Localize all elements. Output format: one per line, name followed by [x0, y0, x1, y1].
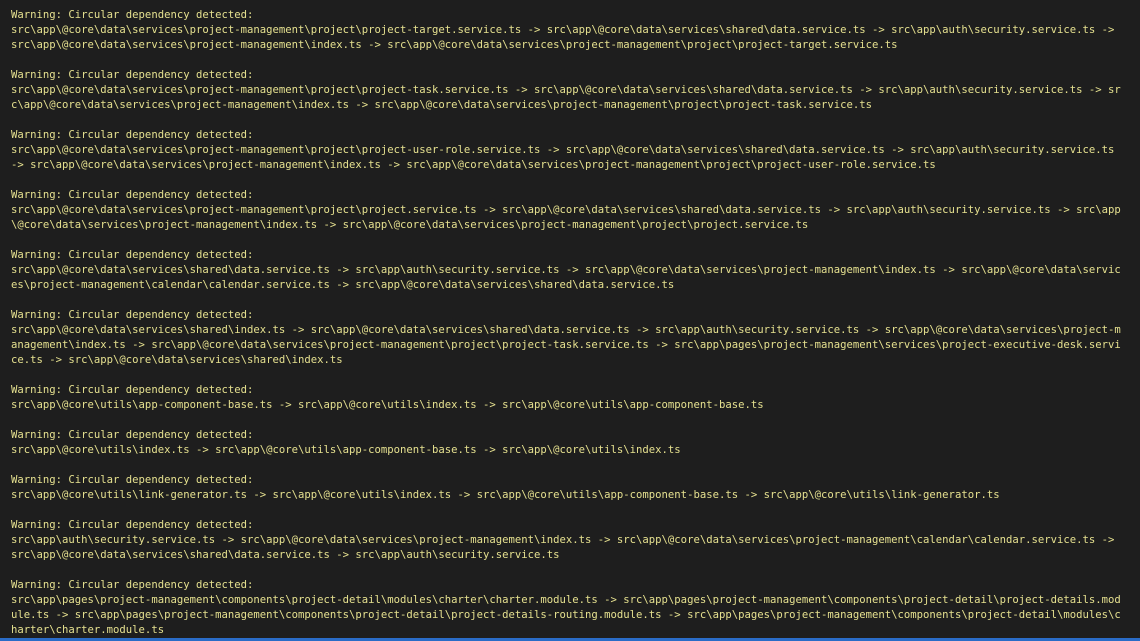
dependency-path-line: src\app\@core\data\services\project-mana… [11, 204, 1121, 216]
dependency-path-line: \@core\data\services\project-management\… [11, 219, 809, 231]
dependency-path-line: src\app\@core\utils\index.ts -> src\app\… [11, 444, 681, 456]
warning-title: Warning: Circular dependency detected: [11, 309, 254, 321]
dependency-path-line: es\project-management\calendar\calendar.… [11, 279, 675, 291]
warning-title: Warning: Circular dependency detected: [11, 519, 254, 531]
dependency-path-line: src\app\@core\data\services\project-mana… [11, 84, 1121, 96]
warning-block: Warning: Circular dependency detected: s… [11, 578, 1140, 638]
warning-title: Warning: Circular dependency detected: [11, 579, 254, 591]
dependency-path-line: src\app\@core\data\services\project-mana… [11, 39, 898, 51]
dependency-path-line: src\app\pages\project-management\compone… [11, 594, 1121, 606]
warning-title: Warning: Circular dependency detected: [11, 384, 254, 396]
warning-title: Warning: Circular dependency detected: [11, 9, 254, 21]
warning-block: Warning: Circular dependency detected: s… [11, 308, 1140, 368]
warning-title: Warning: Circular dependency detected: [11, 189, 254, 201]
warning-block: Warning: Circular dependency detected: s… [11, 128, 1140, 173]
dependency-path-line: harter\charter.module.ts [11, 624, 165, 636]
warning-block: Warning: Circular dependency detected: s… [11, 383, 1140, 413]
dependency-path-line: src\app\@core\data\services\project-mana… [11, 24, 1115, 36]
warning-title: Warning: Circular dependency detected: [11, 474, 254, 486]
dependency-path-line: src\app\@core\data\services\project-mana… [11, 144, 1115, 156]
dependency-path-line: -> src\app\@core\data\services\project-m… [11, 159, 936, 171]
warning-title: Warning: Circular dependency detected: [11, 249, 254, 261]
terminal-output[interactable]: Warning: Circular dependency detected: s… [0, 0, 1140, 641]
warning-block: Warning: Circular dependency detected: s… [11, 248, 1140, 293]
dependency-path-line: src\app\@core\utils\link-generator.ts ->… [11, 489, 1000, 501]
dependency-path-line: src\app\@core\data\services\shared\data.… [11, 549, 560, 561]
warning-block: Warning: Circular dependency detected: s… [11, 518, 1140, 563]
dependency-path-line: c\app\@core\data\services\project-manage… [11, 99, 873, 111]
dependency-path-line: src\app\@core\data\services\shared\index… [11, 324, 1121, 336]
warning-block: Warning: Circular dependency detected: s… [11, 68, 1140, 113]
dependency-path-line: anagement\index.ts -> src\app\@core\data… [11, 339, 1121, 351]
warning-block: Warning: Circular dependency detected: s… [11, 428, 1140, 458]
warning-title: Warning: Circular dependency detected: [11, 129, 254, 141]
warning-block: Warning: Circular dependency detected: s… [11, 8, 1140, 53]
warning-title: Warning: Circular dependency detected: [11, 69, 254, 81]
dependency-path-line: src\app\@core\data\services\shared\data.… [11, 264, 1121, 276]
dependency-path-line: src\app\@core\utils\app-component-base.t… [11, 399, 764, 411]
warning-block: Warning: Circular dependency detected: s… [11, 188, 1140, 233]
warning-block: Warning: Circular dependency detected: s… [11, 473, 1140, 503]
warning-title: Warning: Circular dependency detected: [11, 429, 254, 441]
dependency-path-line: ce.ts -> src\app\@core\data\services\sha… [11, 354, 343, 366]
dependency-path-line: src\app\auth\security.service.ts -> src\… [11, 534, 1115, 546]
dependency-path-line: ule.ts -> src\app\pages\project-manageme… [11, 609, 1121, 621]
